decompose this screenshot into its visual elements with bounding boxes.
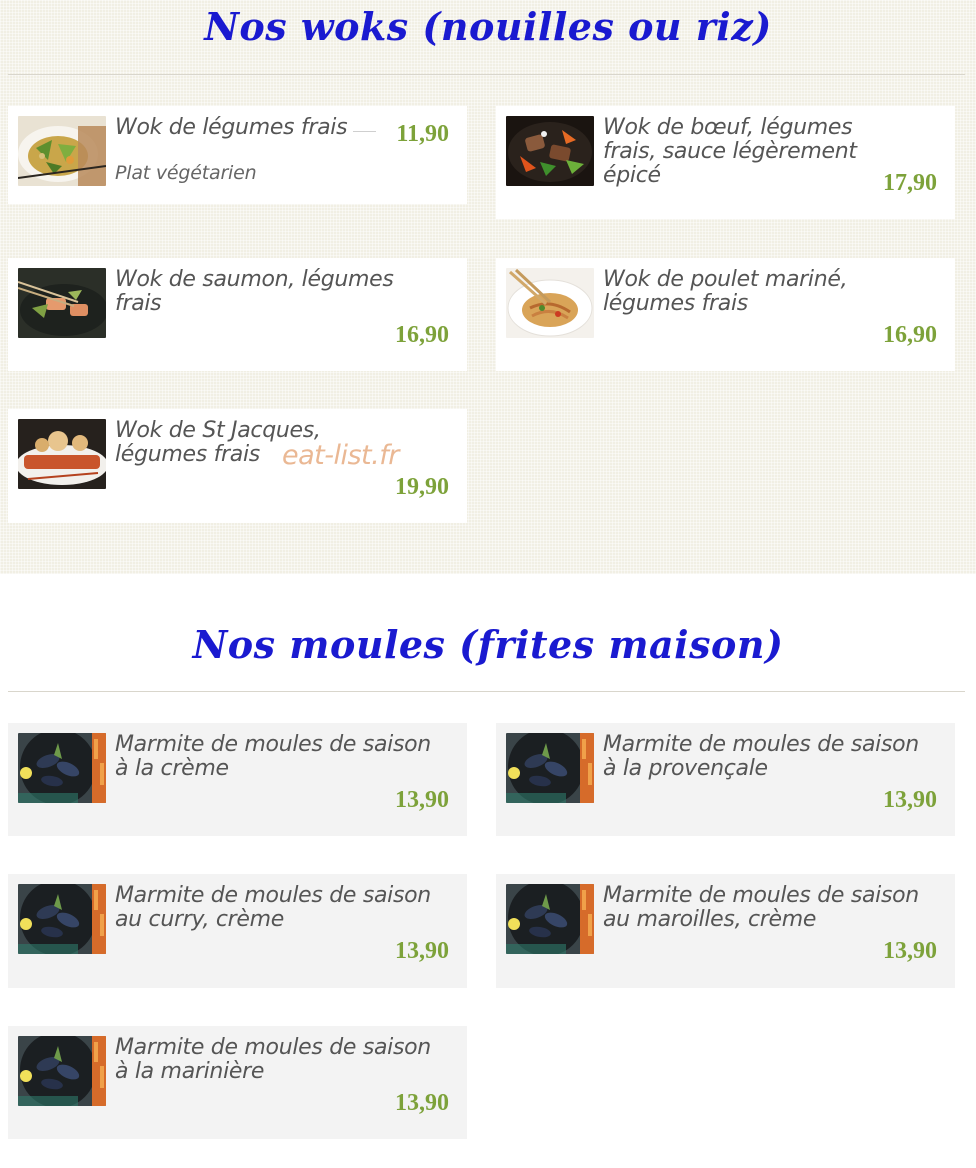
item-name: Marmite de moules de saison à la mariniè…	[115, 1035, 431, 1084]
item-name: Wok de légumes frais	[115, 115, 348, 140]
woks-section: Nos woks (nouilles ou riz) Wok de légume…	[0, 0, 976, 574]
item-price: 13,90	[883, 787, 937, 813]
item-name: Wok de poulet mariné, légumes frais	[603, 267, 848, 316]
item-name: Wok de bœuf, légumes frais, sauce légère…	[603, 115, 857, 188]
moules-title-divider	[8, 691, 965, 692]
menu-item-card[interactable]: Wok de légumes frais 11,90 Plat végétari…	[8, 106, 467, 204]
item-name: Marmite de moules de saison à la crème	[115, 732, 431, 781]
item-price: 13,90	[395, 938, 449, 964]
woks-section-title: Nos woks (nouilles ou riz)	[204, 4, 772, 49]
item-price: 16,90	[883, 322, 937, 348]
moules-section-title: Nos moules (frites maison)	[192, 622, 784, 667]
mussels-pot-photo-icon	[506, 733, 594, 803]
watermark: eat-list.fr	[282, 440, 399, 471]
item-price: 17,90	[883, 170, 937, 196]
menu-item-card[interactable]: Marmite de moules de saison au curry, cr…	[8, 874, 467, 988]
item-price: 13,90	[883, 938, 937, 964]
menu-item-card[interactable]: Marmite de moules de saison à la provenç…	[496, 723, 955, 836]
woks-title-divider	[8, 74, 965, 75]
item-price: 13,90	[395, 787, 449, 813]
item-price: 19,90	[395, 474, 449, 500]
mussels-pot-photo-icon	[506, 884, 594, 954]
item-name: Marmite de moules de saison à la provenç…	[603, 732, 919, 781]
mussels-pot-photo-icon	[18, 1036, 106, 1106]
salmon-wok-photo-icon	[18, 268, 106, 338]
item-name: Marmite de moules de saison au curry, cr…	[115, 883, 431, 932]
item-description: Plat végétarien	[115, 162, 257, 184]
item-name: Marmite de moules de saison au maroilles…	[603, 883, 919, 932]
menu-item-card[interactable]: Wok de poulet mariné, légumes frais 16,9…	[496, 258, 955, 371]
chicken-noodles-photo-icon	[506, 268, 594, 338]
mussels-pot-photo-icon	[18, 884, 106, 954]
menu-item-card[interactable]: Marmite de moules de saison à la crème 1…	[8, 723, 467, 836]
item-price: 11,90	[396, 121, 449, 147]
menu-item-card[interactable]: Marmite de moules de saison au maroilles…	[496, 874, 955, 988]
menu-item-card[interactable]: Wok de bœuf, légumes frais, sauce légère…	[496, 106, 955, 219]
item-name: Wok de saumon, légumes frais	[115, 267, 394, 316]
price-leader-dash	[353, 131, 376, 132]
beef-wok-photo-icon	[506, 116, 594, 186]
mussels-pot-photo-icon	[18, 733, 106, 803]
item-price: 16,90	[395, 322, 449, 348]
scallops-photo-icon	[18, 419, 106, 489]
veggie-wok-photo-icon	[18, 116, 106, 186]
menu-item-card[interactable]: Marmite de moules de saison à la mariniè…	[8, 1026, 467, 1139]
item-price: 13,90	[395, 1090, 449, 1116]
menu-item-card[interactable]: Wok de saumon, légumes frais 16,90	[8, 258, 467, 371]
